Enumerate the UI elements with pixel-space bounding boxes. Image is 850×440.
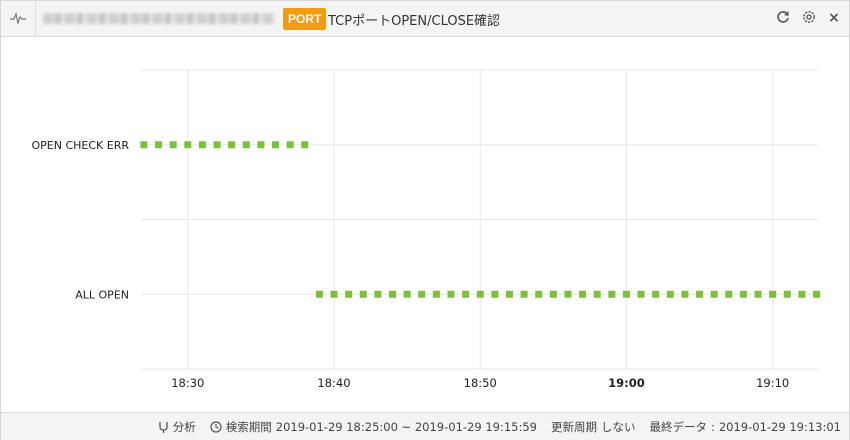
refresh-button[interactable] — [774, 9, 792, 27]
data-point — [462, 290, 470, 298]
data-point — [666, 290, 674, 298]
data-point — [710, 290, 718, 298]
data-point — [242, 141, 250, 149]
y-category-label: ALL OPEN — [75, 288, 129, 301]
data-point — [783, 290, 791, 298]
data-point — [476, 290, 484, 298]
data-point — [169, 141, 177, 149]
data-point — [184, 141, 192, 149]
data-point — [491, 290, 499, 298]
data-point — [403, 290, 411, 298]
analysis-link[interactable]: 分析 — [173, 419, 196, 435]
x-tick-label: 18:50 — [464, 376, 497, 390]
data-point — [432, 290, 440, 298]
data-point — [388, 290, 396, 298]
last-data-label: 最終データ — [649, 420, 707, 434]
x-tick-label: 19:00 — [608, 376, 645, 390]
data-point — [549, 290, 557, 298]
close-icon: × — [828, 10, 840, 26]
data-point — [418, 290, 426, 298]
pulse-icon — [1, 1, 36, 36]
settings-icon — [803, 11, 815, 23]
widget-footer: 分析 検索期間 2019-01-29 18:25:00 ~ 2019-01-29… — [1, 412, 849, 440]
x-tick-label: 18:40 — [317, 376, 350, 390]
data-point — [769, 290, 777, 298]
port-badge: PORT — [283, 8, 327, 30]
clock-icon — [210, 421, 222, 433]
data-point — [198, 141, 206, 149]
widget-header: PORT TCPポートOPEN/CLOSE確認 × — [1, 1, 849, 37]
data-point — [652, 290, 660, 298]
last-data-sep: : — [710, 420, 715, 434]
period-label: 検索期間 — [225, 420, 272, 434]
widget-window: PORT TCPポートOPEN/CLOSE確認 × 18:30 18:40 18:5… — [0, 0, 850, 440]
data-point — [315, 290, 323, 298]
data-point — [301, 141, 309, 149]
data-point — [696, 290, 704, 298]
x-tick-label: 18:30 — [171, 376, 204, 390]
data-point — [535, 290, 543, 298]
refresh-icon — [777, 11, 789, 23]
blurred-host-name — [43, 13, 275, 24]
data-point — [359, 290, 367, 298]
data-point — [579, 290, 587, 298]
data-point — [345, 290, 353, 298]
y-category-label: OPEN CHECK ERR — [32, 139, 130, 152]
data-point — [374, 290, 382, 298]
data-point — [681, 290, 689, 298]
data-point — [608, 290, 616, 298]
analysis-icon — [159, 422, 168, 433]
data-point — [228, 141, 236, 149]
data-point — [155, 141, 163, 149]
close-button[interactable]: × — [825, 9, 843, 27]
refresh-label: 更新周期 — [550, 420, 597, 434]
data-point — [564, 290, 572, 298]
data-point — [447, 290, 455, 298]
data-point — [272, 141, 280, 149]
data-point — [798, 290, 806, 298]
data-point — [520, 290, 528, 298]
data-point — [330, 290, 338, 298]
status-chart: 18:30 18:40 18:50 19:00 19:10 OPEN CHECK ERR A… — [32, 69, 821, 390]
data-point — [505, 290, 513, 298]
data-point — [739, 290, 747, 298]
refresh-value: しない — [600, 420, 636, 434]
data-point — [754, 290, 762, 298]
data-point — [725, 290, 733, 298]
x-tick-label: 19:10 — [756, 376, 789, 390]
data-point — [213, 141, 221, 149]
data-point — [637, 290, 645, 298]
data-point — [140, 141, 148, 149]
last-data-value: 2019-01-29 19:13:01 — [718, 420, 841, 434]
widget-title: TCPポートOPEN/CLOSE確認 — [328, 14, 501, 29]
period-value: 2019-01-29 18:25:00 ~ 2019-01-29 19:15:5… — [275, 420, 537, 434]
data-point — [286, 141, 294, 149]
settings-button[interactable] — [800, 9, 818, 27]
data-point — [257, 141, 265, 149]
data-point — [813, 290, 821, 298]
data-point — [593, 290, 601, 298]
data-point — [622, 290, 630, 298]
